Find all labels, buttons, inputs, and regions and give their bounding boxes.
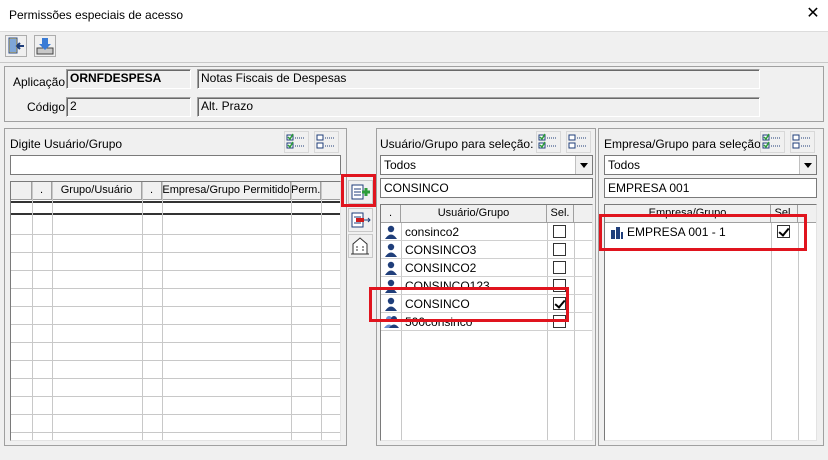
- col-blank: [11, 182, 32, 200]
- select-checkbox[interactable]: [553, 243, 566, 256]
- save-download-icon: [36, 38, 54, 55]
- exit-door-icon: [8, 37, 24, 54]
- company-button[interactable]: [348, 234, 373, 258]
- middle-clear-all-button[interactable]: [566, 131, 591, 153]
- right-filter-value: Todos: [608, 158, 641, 172]
- toolbar: [0, 31, 828, 63]
- user-group-row[interactable]: CONSINCO2: [381, 259, 592, 277]
- aplicacao-label: Aplicação: [13, 75, 66, 89]
- col-sel[interactable]: Sel.: [547, 205, 574, 223]
- chevron-down-icon[interactable]: [799, 156, 816, 174]
- col-dot-1[interactable]: .: [32, 182, 52, 200]
- user-group-input[interactable]: [10, 155, 341, 175]
- user-icon: [385, 261, 397, 275]
- codigo-label: Código: [27, 100, 66, 114]
- building-icon: [351, 237, 369, 255]
- middle-select-all-button[interactable]: [536, 131, 561, 153]
- left-panel-label: Digite Usuário/Grupo: [10, 137, 123, 151]
- user-group-grid-header: . Usuário/Grupo Sel.: [381, 205, 592, 223]
- middle-search-input[interactable]: CONSINCO: [380, 178, 593, 198]
- right-clear-all-button[interactable]: [790, 131, 815, 153]
- user-group-row[interactable]: CONSINCO3: [381, 241, 592, 259]
- remove-list-icon: [351, 212, 371, 228]
- codigo-description-field: Alt. Prazo: [197, 97, 760, 117]
- user-group-grid[interactable]: . Usuário/Grupo Sel. consinco2 CONSINCO3 C…: [380, 204, 593, 441]
- close-icon[interactable]: ✕: [803, 3, 823, 25]
- col-dot-2[interactable]: .: [142, 182, 162, 200]
- checklist-checked-icon: [286, 133, 305, 149]
- middle-filter-value: Todos: [384, 158, 417, 172]
- exit-button[interactable]: [5, 35, 27, 57]
- highlight-add-button: [341, 174, 376, 207]
- select-checkbox[interactable]: [553, 261, 566, 274]
- highlight-consinco-row: [369, 287, 569, 322]
- remove-from-list-button[interactable]: [348, 208, 373, 232]
- user-icon: [385, 243, 397, 257]
- checklist-checked-icon: [538, 133, 557, 149]
- highlight-company-row: [599, 214, 807, 251]
- left-select-all-button[interactable]: [284, 131, 309, 153]
- checklist-checked-icon: [762, 133, 781, 149]
- middle-filter-select[interactable]: Todos: [380, 155, 593, 175]
- user-icon-cell: [384, 261, 397, 275]
- right-filter-select[interactable]: Todos: [604, 155, 817, 175]
- user-group-name: consinco2: [405, 225, 460, 239]
- user-group-name: CONSINCO3: [405, 243, 477, 257]
- right-panel-label: Empresa/Grupo para seleção:: [604, 137, 765, 151]
- col-perm[interactable]: Perm.: [291, 182, 321, 200]
- left-clear-all-button[interactable]: [314, 131, 339, 153]
- aplicacao-description-field: Notas Fiscais de Despesas: [197, 69, 760, 89]
- checklist-empty-icon: [792, 134, 811, 149]
- col-usuario-grupo[interactable]: Usuário/Grupo: [401, 205, 547, 223]
- right-select-all-button[interactable]: [760, 131, 785, 153]
- user-group-row[interactable]: consinco2: [381, 223, 592, 241]
- chevron-down-icon[interactable]: [575, 156, 592, 174]
- col-grupo-usuario[interactable]: Grupo/Usuário: [52, 182, 142, 200]
- user-icon-cell: [384, 225, 397, 239]
- middle-panel-label: Usuário/Grupo para seleção:: [380, 137, 534, 151]
- right-search-input[interactable]: EMPRESA 001: [604, 178, 817, 198]
- select-checkbox[interactable]: [553, 225, 566, 238]
- user-icon-cell: [384, 243, 397, 257]
- checklist-empty-icon: [316, 134, 335, 149]
- save-button[interactable]: [34, 35, 56, 57]
- window-title: Permissões especiais de acesso: [9, 8, 184, 22]
- user-icon: [385, 225, 397, 239]
- aplicacao-code-field[interactable]: ORNFDESPESA: [66, 69, 191, 89]
- permissions-grid[interactable]: . Grupo/Usuário . Empresa/Grupo Permitid…: [10, 181, 341, 441]
- checklist-empty-icon: [568, 134, 587, 149]
- col-dot[interactable]: .: [381, 205, 401, 223]
- user-group-name: CONSINCO2: [405, 261, 477, 275]
- col-empresa-grupo-permitido[interactable]: Empresa/Grupo Permitido: [162, 182, 291, 200]
- codigo-field[interactable]: 2: [66, 97, 191, 117]
